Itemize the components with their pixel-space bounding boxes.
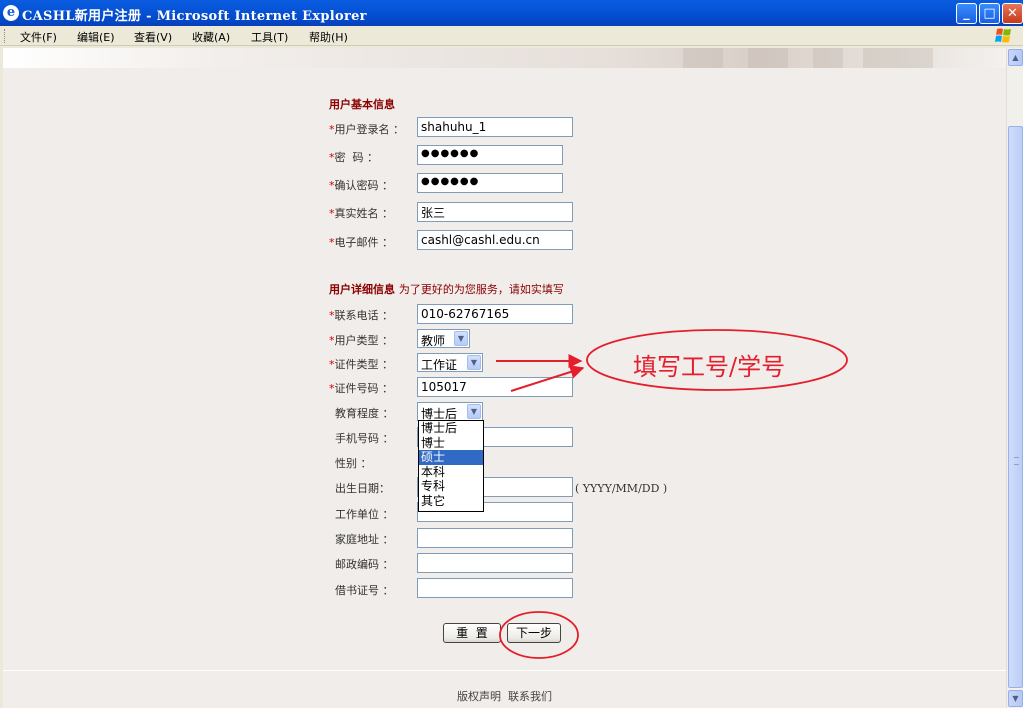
date-format-hint: ( YYYY/MM/DD ) bbox=[575, 482, 668, 495]
confirm-password-input[interactable]: ●●●●●● bbox=[417, 173, 563, 193]
real-name-label: *真实姓名 ： bbox=[329, 207, 393, 220]
scroll-grip-icon bbox=[1014, 457, 1019, 465]
menu-file[interactable]: 文件(F) bbox=[20, 29, 57, 45]
scroll-up-arrow-icon[interactable]: ▲ bbox=[1008, 49, 1023, 66]
education-option[interactable]: 博士 bbox=[419, 436, 483, 451]
id-number-label: *证件号码 ： bbox=[329, 382, 393, 395]
education-dropdown-list[interactable]: 博士后 博士 硕士 本科 专科 其它 bbox=[418, 420, 484, 512]
menu-help[interactable]: 帮助(H) bbox=[309, 29, 348, 45]
education-label: 教育程度 ： bbox=[335, 407, 394, 420]
education-option[interactable]: 其它 bbox=[419, 494, 483, 509]
user-type-label: *用户类型 ： bbox=[329, 334, 393, 347]
password-input[interactable]: ●●●●●● bbox=[417, 145, 563, 165]
menu-bar: 文件(F) 编辑(E) 查看(V) 收藏(A) 工具(T) 帮助(H) bbox=[0, 26, 1023, 46]
menu-view[interactable]: 查看(V) bbox=[134, 29, 172, 45]
postcode-label: 邮政编码 ： bbox=[335, 558, 394, 571]
library-card-label: 借书证号 ： bbox=[335, 584, 394, 597]
menu-edit[interactable]: 编辑(E) bbox=[77, 29, 115, 45]
vertical-scrollbar[interactable]: ▲ ▼ bbox=[1006, 48, 1023, 708]
detail-info-note: 为了更好的为您服务，请如实填写 bbox=[398, 283, 564, 296]
postcode-input[interactable] bbox=[417, 553, 573, 573]
work-unit-label: 工作单位 ： bbox=[335, 508, 394, 521]
username-label: *用户登录名 ： bbox=[329, 123, 404, 136]
header-banner bbox=[3, 48, 1006, 68]
real-name-input[interactable] bbox=[417, 202, 573, 222]
gender-label: 性别 ： bbox=[335, 457, 372, 470]
menu-tools[interactable]: 工具(T) bbox=[251, 29, 288, 45]
page-content: 用户基本信息 *用户登录名 ： *密 码 ： ●●●●●● *确认密码 ： ●●… bbox=[3, 48, 1006, 708]
footer: 版权声明 联系我们 bbox=[3, 688, 1006, 704]
chevron-down-icon[interactable]: ▼ bbox=[467, 355, 481, 370]
basic-info-title: 用户基本信息 bbox=[329, 98, 395, 111]
reset-button[interactable]: 重 置 bbox=[443, 623, 501, 643]
title-bar[interactable]: e CASHL新用户注册 - Microsoft Internet Explor… bbox=[0, 0, 1023, 26]
contact-link[interactable]: 联系我们 bbox=[508, 690, 552, 703]
phone-input[interactable] bbox=[417, 304, 573, 324]
education-option[interactable]: 博士后 bbox=[419, 421, 483, 436]
copyright-link[interactable]: 版权声明 bbox=[457, 690, 501, 703]
chevron-down-icon[interactable]: ▼ bbox=[454, 331, 468, 346]
email-label: *电子邮件 ： bbox=[329, 236, 393, 249]
email-input[interactable] bbox=[417, 230, 573, 250]
minimize-button[interactable]: _ bbox=[956, 3, 977, 24]
ie-logo-icon: e bbox=[3, 5, 19, 21]
ie-window: e CASHL新用户注册 - Microsoft Internet Explor… bbox=[0, 0, 1023, 708]
birth-date-label: 出生日期： bbox=[335, 482, 390, 495]
scroll-down-arrow-icon[interactable]: ▼ bbox=[1008, 690, 1023, 707]
education-option-highlighted[interactable]: 硕士 bbox=[419, 450, 483, 465]
scroll-thumb[interactable] bbox=[1008, 126, 1023, 688]
username-input[interactable] bbox=[417, 117, 573, 137]
education-option[interactable]: 本科 bbox=[419, 465, 483, 480]
education-option[interactable]: 专科 bbox=[419, 479, 483, 494]
id-number-input[interactable] bbox=[417, 377, 573, 397]
menu-favorites[interactable]: 收藏(A) bbox=[192, 29, 230, 45]
toolbar-grip[interactable] bbox=[4, 29, 6, 43]
library-card-input[interactable] bbox=[417, 578, 573, 598]
callout-text: 填写工号/学号 bbox=[633, 353, 786, 381]
maximize-button[interactable]: □ bbox=[979, 3, 1000, 24]
user-type-select[interactable]: 教师 ▼ bbox=[417, 329, 470, 348]
phone-label: *联系电话 ： bbox=[329, 309, 393, 322]
chevron-down-icon[interactable]: ▼ bbox=[467, 404, 481, 419]
home-address-input[interactable] bbox=[417, 528, 573, 548]
home-address-label: 家庭地址 ： bbox=[335, 533, 394, 546]
close-button[interactable]: ✕ bbox=[1002, 3, 1023, 24]
windows-logo-icon bbox=[995, 28, 1011, 43]
id-type-label: *证件类型 ： bbox=[329, 358, 393, 371]
mobile-label: 手机号码 ： bbox=[335, 432, 394, 445]
id-type-select[interactable]: 工作证 ▼ bbox=[417, 353, 483, 372]
window-title: CASHL新用户注册 - Microsoft Internet Explorer bbox=[22, 9, 367, 24]
confirm-password-label: *确认密码 ： bbox=[329, 179, 393, 192]
detail-info-title: 用户详细信息 为了更好的为您服务，请如实填写 bbox=[329, 283, 564, 296]
password-label: *密 码 ： bbox=[329, 151, 378, 164]
education-select[interactable]: 博士后 ▼ bbox=[417, 402, 483, 421]
next-step-button[interactable]: 下一步 bbox=[507, 623, 561, 643]
footer-divider bbox=[3, 670, 1006, 671]
